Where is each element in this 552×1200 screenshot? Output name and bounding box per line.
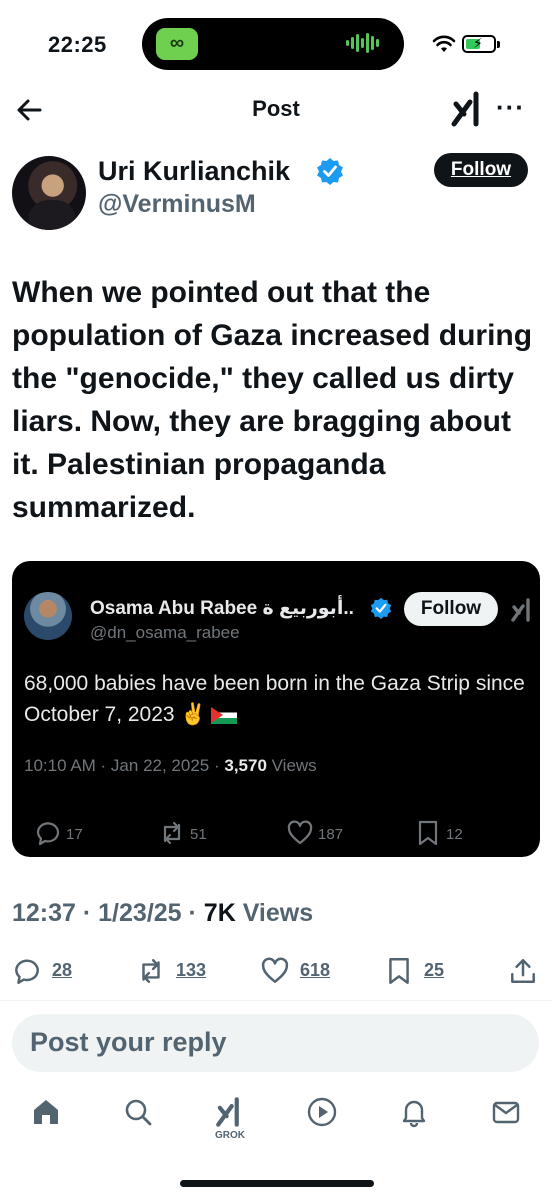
quoted-author-handle[interactable]: @dn_osama_rabee xyxy=(90,623,240,643)
quoted-views-count: 3,570 xyxy=(224,756,267,775)
quoted-verified-badge-icon xyxy=(370,597,392,619)
author-avatar[interactable] xyxy=(12,156,86,230)
more-options-icon[interactable]: ··· xyxy=(496,92,525,123)
author-handle[interactable]: @VerminusM xyxy=(98,190,256,219)
post-timestamp: 12:37 · 1/23/25 · 7K Views xyxy=(12,899,313,928)
verified-badge-icon xyxy=(317,158,343,185)
tab-home[interactable] xyxy=(26,1090,66,1144)
status-bar: 22:25 ⚡ xyxy=(0,0,552,90)
live-activity-app-icon[interactable] xyxy=(156,28,198,60)
quoted-author-name[interactable]: Osama Abu Rabee أبوربيع ة.. xyxy=(90,597,354,620)
quoted-follow-button[interactable]: Follow xyxy=(404,592,498,626)
reply-count: 28 xyxy=(52,960,73,980)
dynamic-island[interactable] xyxy=(142,18,404,70)
tab-search[interactable] xyxy=(118,1090,158,1144)
divider xyxy=(0,1000,552,1001)
reply-placeholder: Post your reply xyxy=(30,1027,227,1057)
quoted-grok-icon[interactable] xyxy=(510,597,534,623)
follow-button[interactable]: Follow xyxy=(434,153,528,187)
views-count[interactable]: 7K xyxy=(204,899,236,927)
bookmark-icon xyxy=(418,820,438,846)
repost-count: 133 xyxy=(176,960,207,980)
quoted-views-label: Views xyxy=(266,756,317,775)
quoted-post-actions: 17 51 187 12 xyxy=(24,819,534,847)
quoted-like-count: 187 xyxy=(318,826,344,843)
bottom-tab-bar: GROK xyxy=(0,1090,552,1150)
share-icon xyxy=(511,959,535,983)
audio-waveform-icon xyxy=(346,33,386,55)
grok-icon xyxy=(216,1097,239,1127)
quoted-post-card[interactable]: Osama Abu Rabee أبوربيع ة.. @dn_osama_ra… xyxy=(12,561,540,857)
views-label: Views xyxy=(235,899,314,927)
author-name[interactable]: Uri Kurlianchik xyxy=(98,156,290,187)
bookmark-count: 25 xyxy=(424,960,445,980)
tab-videos[interactable] xyxy=(302,1090,342,1144)
home-indicator xyxy=(180,1180,374,1187)
quoted-reply-count: 17 xyxy=(66,826,83,843)
tab-messages[interactable] xyxy=(486,1090,526,1144)
status-time: 22:25 xyxy=(48,32,107,57)
reply-icon xyxy=(15,959,39,985)
quoted-post-time: 10:10 AM · Jan 22, 2025 · xyxy=(24,756,225,775)
repost-icon xyxy=(142,959,160,983)
quoted-repost-count: 51 xyxy=(190,826,207,843)
search-icon xyxy=(125,1099,152,1126)
tab-grok-label: GROK xyxy=(215,1130,245,1141)
quoted-bookmark-count: 12 xyxy=(446,826,463,843)
like-icon xyxy=(261,957,289,983)
reply-input[interactable]: Post your reply xyxy=(12,1014,539,1072)
palestine-flag-icon xyxy=(210,706,237,724)
play-circle-icon xyxy=(307,1097,337,1127)
post-header: Post ··· xyxy=(0,88,552,132)
wifi-icon xyxy=(432,35,456,52)
mail-icon xyxy=(492,1101,520,1124)
like-count: 618 xyxy=(300,960,331,980)
quoted-post-text-content: 68,000 babies have been born in the Gaza… xyxy=(24,672,525,726)
repost-icon xyxy=(163,821,181,845)
grok-icon[interactable] xyxy=(450,90,486,128)
quoted-post-meta: 10:10 AM · Jan 22, 2025 · 3,570 Views xyxy=(24,756,317,776)
quoted-post-text: 68,000 babies have been born in the Gaza… xyxy=(24,668,534,730)
home-icon xyxy=(34,1100,58,1124)
quoted-author-avatar[interactable] xyxy=(24,592,72,640)
tab-grok[interactable]: GROK xyxy=(210,1090,250,1144)
tab-notifications[interactable] xyxy=(394,1090,434,1144)
reply-icon xyxy=(36,822,60,846)
bell-icon xyxy=(402,1100,426,1128)
bookmark-icon xyxy=(389,957,409,985)
post-time: 12:37 · 1/23/25 · xyxy=(12,899,204,927)
like-icon xyxy=(287,820,313,845)
battery-icon: ⚡ xyxy=(462,35,500,53)
post-actions: 28 133 618 25 xyxy=(12,954,540,988)
post-text: When we pointed out that the population … xyxy=(12,276,533,524)
